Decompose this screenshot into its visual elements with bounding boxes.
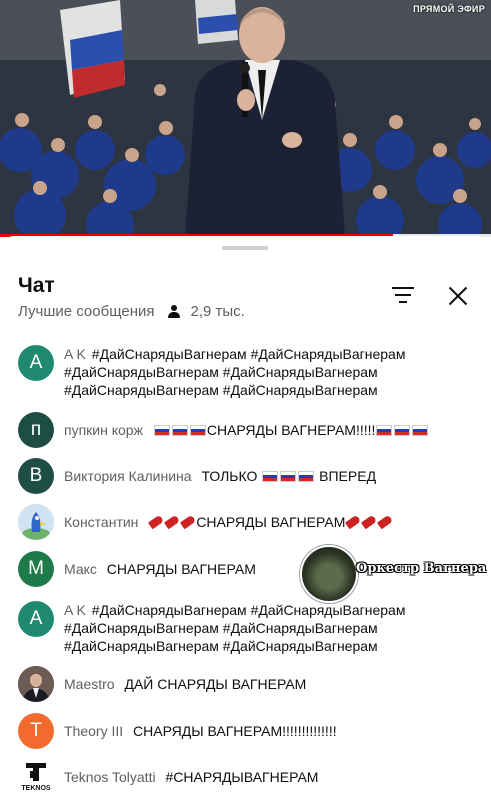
- avatar[interactable]: A: [18, 345, 54, 381]
- avatar[interactable]: M: [18, 551, 54, 587]
- russia-flag-icon: [262, 471, 279, 482]
- message-text: СНАРЯДЫ ВАГНЕРАМ: [106, 561, 256, 577]
- chat-subtitle: Лучшие сообщения 2,9 тыс.: [18, 303, 245, 320]
- filter-icon[interactable]: [390, 284, 416, 306]
- close-icon[interactable]: [444, 282, 472, 310]
- message-author[interactable]: Макс: [64, 561, 97, 577]
- message-text: СНАРЯДЫ ВАГНЕРАМ!!!!!: [206, 422, 376, 438]
- shell-icon: [377, 514, 394, 530]
- message-text: ВПЕРЕД: [319, 468, 377, 484]
- message-text: ДАЙ СНАРЯДЫ ВАГНЕРАМ: [124, 676, 307, 692]
- shell-icon: [345, 514, 362, 530]
- message-author[interactable]: A K: [64, 602, 86, 618]
- person-photo-icon: [18, 666, 54, 702]
- avatar[interactable]: [18, 666, 54, 702]
- chat-mode-label[interactable]: Лучшие сообщения: [18, 303, 155, 320]
- avatar[interactable]: T: [18, 713, 54, 749]
- avatar[interactable]: TEKNOS: [18, 759, 54, 795]
- shell-icon: [164, 514, 181, 530]
- teknos-logo-icon: TEKNOS: [18, 759, 54, 795]
- message-text: СНАРЯДЫ ВАГНЕРАМ!!!!!!!!!!!!!!: [133, 723, 337, 739]
- russia-flag-icon: [171, 425, 188, 436]
- video-frame: [0, 0, 491, 236]
- russia-flag-icon: [153, 425, 170, 436]
- message-text: #СНАРЯДЫВАГНЕРАМ: [165, 769, 319, 785]
- message-author[interactable]: пупкин корж: [64, 422, 143, 438]
- wagner-emblem-icon: [300, 545, 358, 603]
- avatar[interactable]: п: [18, 412, 54, 448]
- avatar[interactable]: В: [18, 458, 54, 494]
- russia-flag-icon: [298, 471, 315, 482]
- russia-flag-icon: [412, 425, 429, 436]
- chat-panel: Чат Лучшие сообщения 2,9 тыс. A A K #ДайС…: [0, 236, 491, 800]
- russia-flag-icon: [376, 425, 393, 436]
- message-text: #ДайСнарядыВагнерам #ДайСнарядыВагнерам …: [64, 602, 406, 654]
- message-author[interactable]: A K: [64, 346, 86, 362]
- shell-icon: [180, 514, 197, 530]
- message-text: ТОЛЬКО: [201, 468, 258, 484]
- russia-flag-icon: [394, 425, 411, 436]
- russia-flag-icon: [280, 471, 297, 482]
- message-author[interactable]: Виктория Калинина: [64, 468, 192, 484]
- avatar[interactable]: A: [18, 601, 54, 637]
- sticker-image: Оркестр Вагнера: [300, 545, 486, 603]
- drag-handle[interactable]: [222, 246, 268, 250]
- message-author[interactable]: Teknos Tolyatti: [64, 769, 156, 785]
- viewers-icon: [167, 304, 181, 319]
- shell-icon: [148, 514, 165, 530]
- sticker-caption: Оркестр Вагнера: [356, 561, 487, 576]
- shell-icon: [361, 514, 378, 530]
- viewer-count: 2,9 тыс.: [190, 303, 245, 320]
- message-author[interactable]: Theory III: [64, 723, 123, 739]
- video-player[interactable]: ПРЯМОЙ ЭФИР: [0, 0, 491, 236]
- message-text: #ДайСнарядыВагнерам #ДайСнарядыВагнерам …: [64, 346, 406, 398]
- live-label: ПРЯМОЙ ЭФИР: [413, 4, 485, 14]
- message-author[interactable]: Maestro: [64, 676, 115, 692]
- message-text: СНАРЯДЫ ВАГНЕРАМ: [196, 514, 346, 530]
- cartoon-avatar-icon: [18, 504, 54, 540]
- avatar[interactable]: [18, 504, 54, 540]
- message-author[interactable]: Константин: [64, 514, 138, 530]
- russia-flag-icon: [189, 425, 206, 436]
- chat-title: Чат: [18, 274, 55, 297]
- svg-text:TEKNOS: TEKNOS: [21, 785, 51, 792]
